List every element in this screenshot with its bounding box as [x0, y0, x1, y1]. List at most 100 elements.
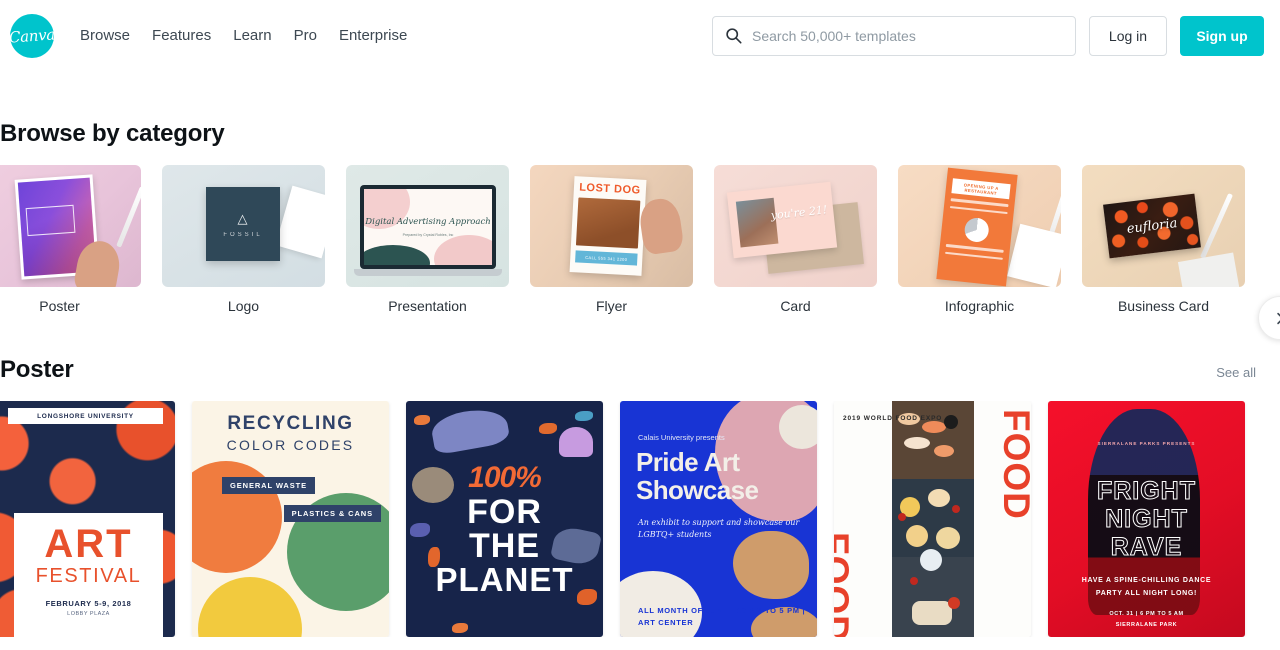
poster-title-box: ART FESTIVAL FEBRUARY 5-9, 2018 LOBBY PL… — [14, 513, 163, 637]
poster-template-planet[interactable]: 100% FOR THE PLANET — [406, 401, 603, 637]
category-thumb-flyer: LOST DOG CALL 555 341 2200 — [530, 165, 693, 287]
poster-university-text: LONGSHORE UNIVERSITY — [37, 412, 134, 420]
category-thumb-logo: △ FOSSIL — [162, 165, 325, 287]
fright-night-artwork: SIERRALANE PARKS PRESENTS FRIGHT NIGHT R… — [1048, 401, 1245, 637]
nav-item-pro[interactable]: Pro — [294, 27, 317, 44]
page-title: Browse by category — [0, 120, 225, 147]
business-card-artwork: eufloria — [1082, 165, 1245, 287]
logo-wordmark: FOSSIL — [223, 231, 263, 238]
berry-icon — [952, 505, 960, 513]
canva-logo-icon[interactable]: Canva — [8, 13, 56, 58]
category-card-presentation[interactable]: Digital Advertising Approach Prepared by… — [346, 165, 509, 314]
category-carousel[interactable]: Poster △ FOSSIL Logo Digital Advertising… — [0, 165, 1280, 314]
site-header: Canva Browse Features Learn Pro Enterpri… — [0, 0, 1280, 71]
poster-presenter: SIERRALANE PARKS PRESENTS — [1097, 441, 1196, 446]
poster-presenter: Calais University presents — [638, 433, 725, 442]
canva-logo-text: Canva — [8, 24, 56, 47]
paper-sheet — [275, 185, 325, 259]
category-card-poster[interactable]: Poster — [0, 165, 141, 314]
search-box[interactable] — [712, 15, 1076, 56]
poster-detail-1: OCT. 31 | 6 PM TO 5 AM — [1109, 611, 1184, 617]
plate-icon — [944, 415, 958, 429]
pastry-icon — [928, 489, 950, 507]
text-line — [944, 251, 1003, 261]
flyer-contact-text: CALL 555 341 2200 — [585, 254, 628, 262]
poster-template-recycling[interactable]: RECYCLING COLOR CODES GENERAL WASTE PLAS… — [192, 401, 389, 637]
search-input[interactable] — [752, 27, 1063, 44]
crab-icon — [577, 589, 597, 605]
nav-item-enterprise[interactable]: Enterprise — [339, 27, 407, 44]
slide-title: Digital Advertising Approach — [365, 217, 491, 228]
decor-blob — [779, 405, 817, 449]
poster-meta-text: 2019 WORLD FOOD EXPO — [843, 415, 943, 422]
category-card-card[interactable]: you're 21! Card — [714, 165, 877, 314]
poster-section-title: Poster — [0, 356, 74, 383]
nav-item-features[interactable]: Features — [152, 27, 211, 44]
nav-item-browse[interactable]: Browse — [80, 27, 130, 44]
poster-line-1: FRIGHT — [1096, 477, 1197, 505]
paper-sheet — [1007, 223, 1061, 287]
poster-template-art-festival[interactable]: LONGSHORE UNIVERSITY ART FESTIVAL FEBRUA… — [0, 401, 175, 637]
poster-university-banner: LONGSHORE UNIVERSITY — [8, 408, 163, 424]
infographic-artwork: OPENING UP A RESTAURANT — [898, 165, 1061, 287]
text-line — [950, 198, 1009, 207]
poster-percent: 100% — [468, 461, 542, 494]
logo-mark-icon: △ — [237, 210, 249, 226]
category-card-flyer[interactable]: LOST DOG CALL 555 341 2200 Flyer — [530, 165, 693, 314]
color-circle-yellow — [198, 577, 302, 637]
planet-artwork: 100% FOR THE PLANET — [406, 401, 603, 637]
logo-square: △ FOSSIL — [206, 187, 280, 261]
category-card-infographic[interactable]: OPENING UP A RESTAURANT Infographic — [898, 165, 1061, 314]
turtle-icon — [412, 467, 454, 503]
poster-preview: Calais University presents Pride Art Sho… — [620, 401, 817, 637]
main-nav: Browse Features Learn Pro Enterprise — [80, 27, 407, 44]
category-thumb-poster — [0, 165, 141, 287]
poster-section-header: Poster See all — [0, 356, 1280, 384]
paper-sheet — [1177, 252, 1241, 287]
poster-template-pride-art-showcase[interactable]: Calais University presents Pride Art Sho… — [620, 401, 817, 637]
category-card-business-card[interactable]: eufloria Business Card — [1082, 165, 1245, 314]
poster-title: ART — [44, 522, 133, 566]
category-label-flyer: Flyer — [595, 298, 628, 314]
fish-icon — [452, 623, 468, 633]
header-actions: Log in Sign up — [712, 15, 1264, 56]
card-photo — [735, 197, 779, 248]
poster-subtitle: FESTIVAL — [35, 565, 142, 587]
pastry-icon — [906, 525, 928, 547]
search-icon — [726, 28, 742, 44]
berry-icon — [910, 577, 918, 585]
business-card: eufloria — [1103, 193, 1201, 259]
card-message: you're 21! — [770, 203, 828, 223]
berry-icon — [898, 513, 906, 521]
login-button[interactable]: Log in — [1089, 15, 1167, 56]
poster-body-text: An exhibit to support and showcase our L… — [638, 518, 800, 540]
category-thumb-card: you're 21! — [714, 165, 877, 287]
fish-icon — [410, 523, 430, 537]
poster-template-fright-night-rave[interactable]: SIERRALANE PARKS PRESENTS FRIGHT NIGHT R… — [1048, 401, 1245, 637]
sushi-icon — [904, 437, 930, 449]
category-thumb-infographic: OPENING UP A RESTAURANT — [898, 165, 1061, 287]
sushi-icon — [934, 445, 954, 457]
greeting-card: you're 21! — [726, 181, 838, 259]
infographic-sheet: OPENING UP A RESTAURANT — [936, 167, 1018, 287]
poster-line-2: NIGHT — [1105, 505, 1188, 533]
nav-item-learn[interactable]: Learn — [233, 27, 271, 44]
poster-preview: RECYCLING COLOR CODES GENERAL WASTE PLAS… — [192, 401, 389, 637]
poster-word-right: FOOD — [996, 409, 1031, 520]
poster-section: Poster See all LONGSHORE UNIVERSITY ART … — [0, 356, 1280, 637]
food-photo-strip — [892, 401, 974, 637]
poster-template-world-food-expo[interactable]: 2019 WORLD FOOD EXPO FOOD FOOD — [834, 401, 1031, 637]
waste-label-plastics: PLASTICS & CANS — [283, 505, 381, 522]
browse-by-category-section: Browse by category Poster △ FOSSIL Logo … — [0, 120, 1280, 340]
see-all-link[interactable]: See all — [1216, 365, 1256, 380]
poster-preview: 100% FOR THE PLANET — [406, 401, 603, 637]
logo-artwork: △ FOSSIL — [162, 165, 325, 287]
fish-icon — [414, 415, 430, 425]
text-line — [949, 205, 1008, 215]
poster-carousel[interactable]: LONGSHORE UNIVERSITY ART FESTIVAL FEBRUA… — [0, 401, 1280, 637]
category-label-logo: Logo — [227, 298, 260, 314]
category-card-logo[interactable]: △ FOSSIL Logo — [162, 165, 325, 314]
laptop-base — [354, 269, 502, 276]
signup-button[interactable]: Sign up — [1180, 15, 1264, 56]
chevron-right-icon — [1276, 312, 1280, 324]
